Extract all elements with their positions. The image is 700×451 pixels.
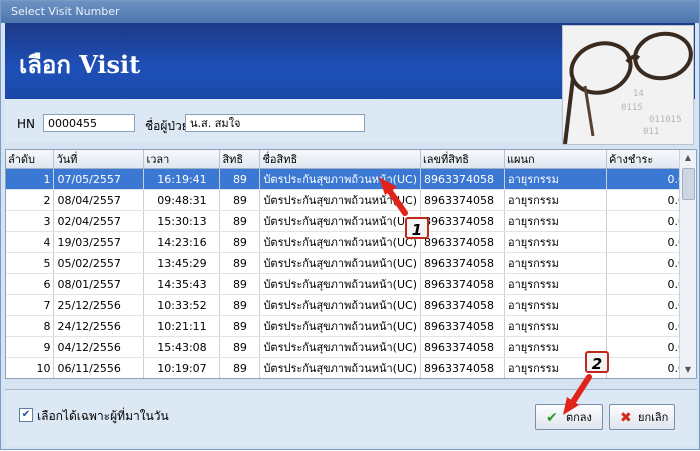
- annotation-arrows: [379, 177, 592, 415]
- callout-1: 1: [405, 217, 429, 239]
- arrow-2-icon: [563, 374, 592, 415]
- select-visit-window: Select Visit Number เลือก Visit 14 0115 0…: [0, 0, 700, 450]
- callout-2: 2: [585, 351, 609, 373]
- arrow-1-icon: [379, 177, 408, 216]
